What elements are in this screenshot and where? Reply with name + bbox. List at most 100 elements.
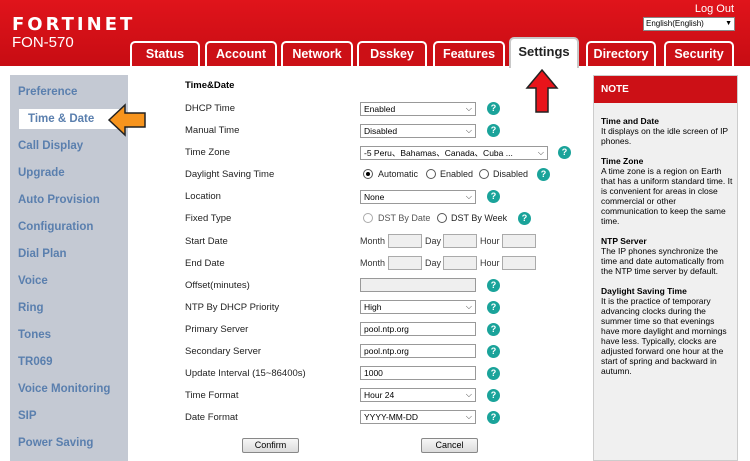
note-section-text: A time zone is a region on Earth that ha…: [601, 166, 733, 226]
ntp-priority-select[interactable]: High ⌵: [360, 300, 476, 314]
tab-settings[interactable]: Settings: [509, 37, 579, 68]
language-select[interactable]: English(English) ▼: [643, 17, 735, 31]
tab-security[interactable]: Security: [664, 41, 734, 66]
sidebar-item-configuration[interactable]: Configuration: [18, 221, 93, 233]
secondary-server-input[interactable]: pool.ntp.org: [360, 344, 476, 358]
dst-automatic-radio[interactable]: [363, 169, 373, 179]
end-day-input[interactable]: [443, 256, 477, 270]
dst-by-date-radio[interactable]: [363, 213, 373, 223]
tab-directory[interactable]: Directory: [586, 41, 656, 66]
help-icon[interactable]: ?: [487, 323, 500, 336]
left-arrow-icon: [107, 103, 146, 137]
date-format-select[interactable]: YYYY-MM-DD ⌵: [360, 410, 476, 424]
chevron-down-icon: ⌵: [465, 104, 472, 113]
chevron-down-icon: ⌵: [465, 412, 472, 421]
dst-disabled-label: Disabled: [493, 169, 529, 179]
start-hour-input[interactable]: [502, 234, 536, 248]
help-icon[interactable]: ?: [487, 301, 500, 314]
note-section-title: Time and Date: [601, 116, 659, 126]
help-icon[interactable]: ?: [558, 146, 571, 159]
dst-enabled-label: Enabled: [440, 169, 474, 179]
ntp-priority-label: NTP By DHCP Priority: [185, 302, 280, 313]
ntp-priority-value: High: [364, 302, 382, 312]
start-day-input[interactable]: [443, 234, 477, 248]
end-month-input[interactable]: [388, 256, 422, 270]
help-icon[interactable]: ?: [487, 279, 500, 292]
tab-account[interactable]: Account: [205, 41, 277, 66]
tab-status[interactable]: Status: [130, 41, 200, 66]
language-value: English(English): [646, 19, 704, 28]
sidebar-item-preference[interactable]: Preference: [18, 86, 77, 98]
help-icon[interactable]: ?: [487, 102, 500, 115]
sidebar-item-ring[interactable]: Ring: [18, 302, 44, 314]
sidebar-item-dial-plan[interactable]: Dial Plan: [18, 248, 67, 260]
sidebar-item-tones[interactable]: Tones: [18, 329, 51, 341]
sidebar-item-upgrade[interactable]: Upgrade: [18, 167, 65, 179]
help-icon[interactable]: ?: [487, 345, 500, 358]
dhcp-time-select[interactable]: Enabled ⌵: [360, 102, 476, 116]
dst-by-week-radio[interactable]: [437, 213, 447, 223]
start-month-label: Month: [360, 236, 386, 246]
note-section-text: The IP phones synchronize the time and d…: [601, 246, 724, 276]
location-label: Location: [185, 191, 221, 202]
note-section-title: Daylight Saving Time: [601, 286, 687, 296]
time-format-label: Time Format: [185, 390, 239, 401]
sidebar-item-call-display[interactable]: Call Display: [18, 140, 83, 152]
date-format-label: Date Format: [185, 412, 238, 423]
sidebar-item-voice-monitoring[interactable]: Voice Monitoring: [18, 383, 110, 395]
note-panel: NOTE Time and Date It displays on the id…: [593, 75, 738, 461]
logout-link[interactable]: Log Out: [695, 3, 734, 15]
cancel-button[interactable]: Cancel: [421, 438, 478, 453]
note-section-title: NTP Server: [601, 236, 647, 246]
start-hour-label: Hour: [480, 236, 500, 246]
offset-input[interactable]: [360, 278, 476, 292]
end-date-label: End Date: [185, 258, 225, 269]
help-icon[interactable]: ?: [487, 389, 500, 402]
manual-time-select[interactable]: Disabled ⌵: [360, 124, 476, 138]
chevron-down-icon: ⌵: [465, 126, 472, 135]
update-interval-input[interactable]: 1000: [360, 366, 476, 380]
update-interval-label: Update Interval (15~86400s): [185, 368, 306, 379]
dst-disabled-radio[interactable]: [479, 169, 489, 179]
sidebar-item-tr069[interactable]: TR069: [18, 356, 53, 368]
help-icon[interactable]: ?: [487, 411, 500, 424]
dst-enabled-radio[interactable]: [426, 169, 436, 179]
tab-features[interactable]: Features: [433, 41, 505, 66]
end-month-label: Month: [360, 258, 386, 268]
dst-by-week-label: DST By Week: [451, 213, 508, 223]
sidebar-item-voice[interactable]: Voice: [18, 275, 48, 287]
confirm-button[interactable]: Confirm: [242, 438, 299, 453]
note-body: Time and Date It displays on the idle sc…: [601, 116, 735, 386]
help-icon[interactable]: ?: [518, 212, 531, 225]
dst-by-date-label: DST By Date: [378, 213, 431, 223]
sidebar-item-sip[interactable]: SIP: [18, 410, 37, 422]
manual-time-label: Manual Time: [185, 125, 240, 136]
note-title: NOTE: [594, 76, 737, 103]
primary-server-input[interactable]: pool.ntp.org: [360, 322, 476, 336]
dhcp-time-label: DHCP Time: [185, 103, 235, 114]
help-icon[interactable]: ?: [487, 190, 500, 203]
chevron-down-icon: ▼: [725, 20, 732, 27]
sidebar-item-power-saving[interactable]: Power Saving: [18, 437, 93, 449]
note-section: NTP Server The IP phones synchronize the…: [601, 236, 735, 276]
note-section: Time and Date It displays on the idle sc…: [601, 116, 735, 146]
sidebar-item-auto-provision[interactable]: Auto Provision: [18, 194, 100, 206]
start-day-label: Day: [425, 236, 442, 246]
help-icon[interactable]: ?: [537, 168, 550, 181]
end-hour-input[interactable]: [502, 256, 536, 270]
chevron-down-icon: ⌵: [465, 302, 472, 311]
help-icon[interactable]: ?: [487, 124, 500, 137]
tab-network[interactable]: Network: [281, 41, 353, 66]
chevron-down-icon: ⌵: [537, 148, 544, 157]
time-zone-value: -5 Peru、Bahamas、Canada、Cuba ...: [364, 148, 513, 158]
chevron-down-icon: ⌵: [465, 192, 472, 201]
time-zone-select[interactable]: -5 Peru、Bahamas、Canada、Cuba ... ⌵: [360, 146, 548, 160]
end-day-label: Day: [425, 258, 442, 268]
note-section: Daylight Saving Time It is the practice …: [601, 286, 735, 376]
help-icon[interactable]: ?: [487, 367, 500, 380]
time-format-select[interactable]: Hour 24 ⌵: [360, 388, 476, 402]
tab-dsskey[interactable]: Dsskey: [357, 41, 427, 66]
start-month-input[interactable]: [388, 234, 422, 248]
manual-time-value: Disabled: [364, 126, 398, 136]
location-select[interactable]: None ⌵: [360, 190, 476, 204]
